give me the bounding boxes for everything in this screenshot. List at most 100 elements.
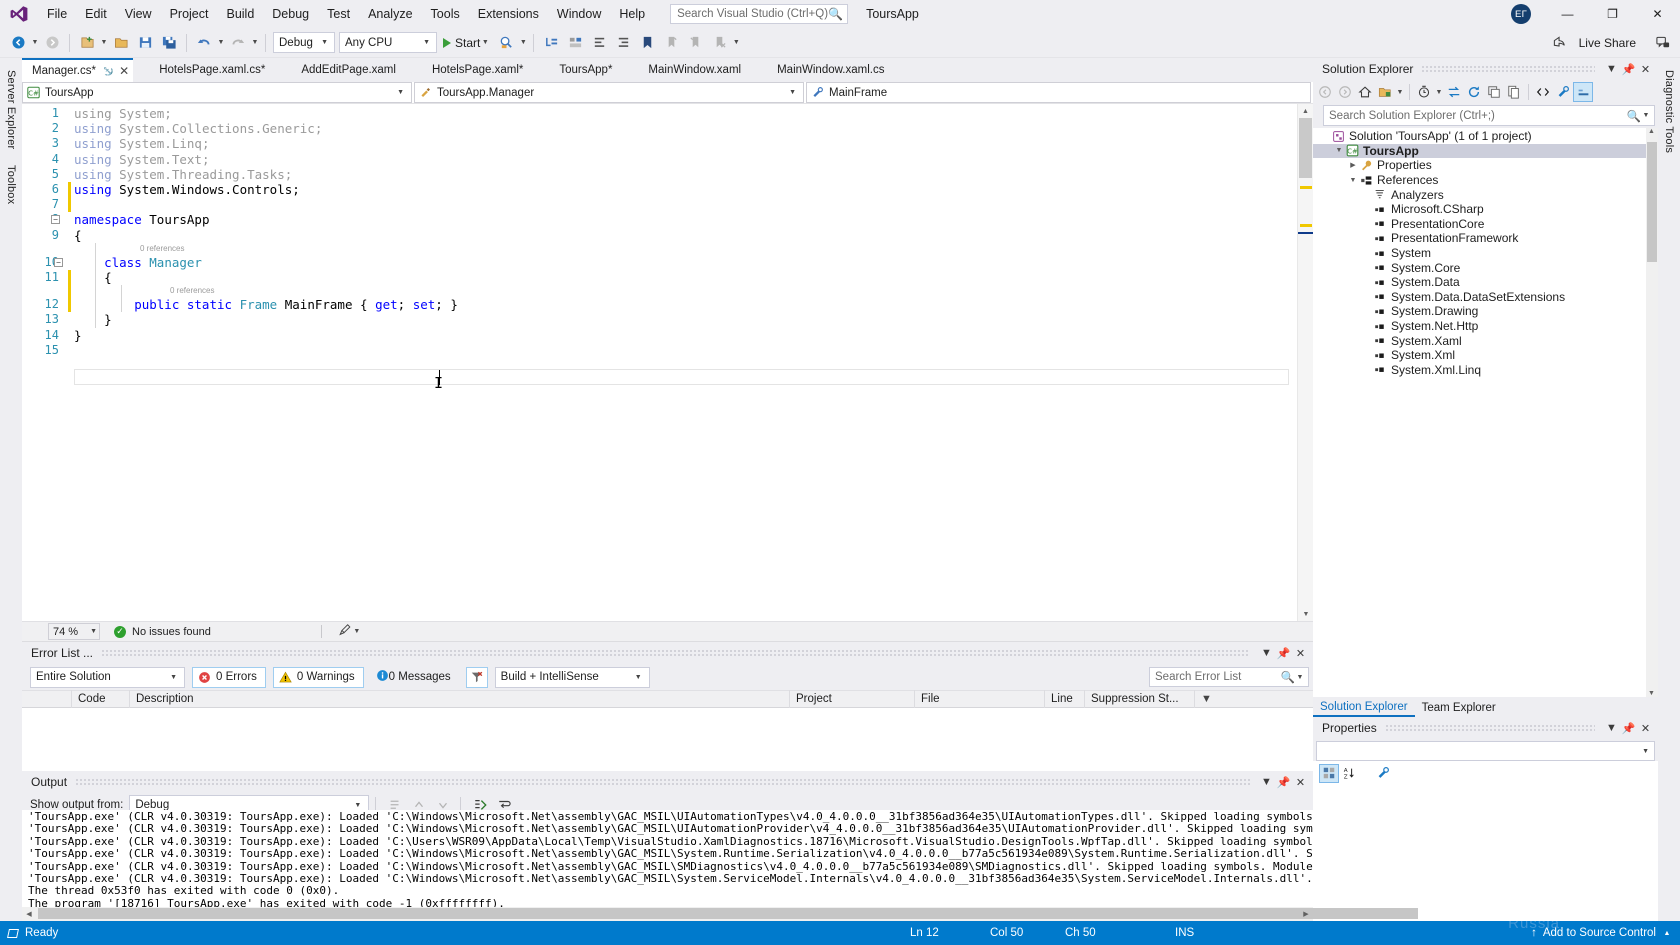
dock-tab-toolbox[interactable]: Toolbox [2, 157, 20, 212]
tree-node[interactable]: System.Data.DataSetExtensions [1313, 290, 1658, 305]
error-scope-combo[interactable]: Entire Solution ▼ [30, 666, 185, 688]
solution-configuration-combo[interactable]: Debug ▼ [273, 32, 335, 53]
navigate-backward-icon[interactable] [7, 32, 29, 54]
attach-to-process-icon[interactable] [495, 32, 517, 54]
document-tab-toursapp[interactable]: ToursApp* [549, 58, 623, 82]
menu-item-help[interactable]: Help [610, 2, 654, 26]
attach-dropdown-icon[interactable]: ▼ [518, 39, 528, 46]
new-project-icon[interactable] [76, 32, 98, 54]
tree-node[interactable]: PresentationCore [1313, 217, 1658, 232]
menu-item-debug[interactable]: Debug [263, 2, 318, 26]
solution-tree-scroll-thumb[interactable] [1647, 142, 1657, 262]
maximize-button[interactable]: ❐ [1590, 0, 1635, 28]
navbar-type-dropdown[interactable]: ToursApp.Manager ▼ [414, 82, 804, 103]
error-list-column-icon[interactable] [50, 690, 72, 708]
editor-zoom-combo[interactable]: 74 % ▼ [48, 623, 100, 640]
expanded-arrow-icon[interactable]: ▼ [1347, 177, 1359, 184]
outlining-collapse-toggle[interactable]: − [51, 215, 60, 225]
tree-node[interactable]: System.Core [1313, 260, 1658, 275]
messages-toggle[interactable]: 0 Messages [371, 667, 459, 688]
start-dropdown-icon[interactable]: ▼ [480, 39, 490, 46]
solution-explorer-dropdown-icon[interactable]: ▼ [1603, 60, 1620, 78]
close-tab-icon[interactable]: ✕ [119, 65, 129, 77]
tree-node[interactable]: System [1313, 246, 1658, 261]
se-home-icon[interactable] [1355, 82, 1375, 102]
code-editor[interactable]: 123456789101112131415 −− using System;us… [22, 104, 1297, 621]
toolbar-overflow-icon[interactable]: ▼ [731, 39, 741, 46]
error-list-column-line[interactable]: Line [1045, 690, 1085, 708]
tree-node[interactable]: Microsoft.CSharp [1313, 202, 1658, 217]
scroll-thumb[interactable] [1299, 118, 1312, 178]
solution-tree-scrollbar[interactable]: ▲ ▼ [1646, 128, 1658, 697]
search-icon-2[interactable]: 🔍 [1281, 670, 1295, 684]
error-list-search-input[interactable]: Search Error List 🔍 ▼ [1149, 667, 1309, 687]
document-tab-hotelspage-xaml-cs[interactable]: HotelsPage.xaml.cs* [149, 58, 276, 82]
tree-scroll-up-icon[interactable]: ▲ [1648, 128, 1655, 135]
quick-search-box[interactable]: Search Visual Studio (Ctrl+Q) 🔍 [670, 4, 849, 24]
properties-alphabetical-icon[interactable]: AZ [1339, 764, 1359, 783]
menu-item-file[interactable]: File [38, 2, 76, 26]
properties-dropdown-icon[interactable]: ▼ [1603, 719, 1620, 737]
step-over-icon[interactable] [564, 32, 586, 54]
menu-item-analyze[interactable]: Analyze [359, 2, 421, 26]
collapsed-arrow-icon[interactable]: ▶ [1347, 161, 1359, 169]
clear-filters-button[interactable] [465, 666, 488, 688]
error-list-close-icon[interactable]: ✕ [1292, 644, 1309, 662]
scroll-left-icon[interactable]: ◀ [22, 910, 36, 918]
menu-item-project[interactable]: Project [161, 2, 218, 26]
codelens-reference-hint[interactable]: 0 references [140, 243, 184, 255]
error-list-drag-handle[interactable] [101, 642, 1250, 664]
solution-explorer-pin-icon[interactable]: 📌 [1620, 60, 1637, 78]
tree-node[interactable]: ▼ References [1313, 173, 1658, 188]
menu-item-tools[interactable]: Tools [422, 2, 469, 26]
output-horizontal-scrollbar[interactable]: ◀ ▶ [22, 907, 1418, 921]
solution-explorer-close-icon[interactable]: ✕ [1637, 60, 1654, 78]
output-drag-handle[interactable] [75, 771, 1250, 793]
error-list-column-description[interactable]: Description [130, 690, 790, 708]
se-pending-icon[interactable] [1414, 82, 1434, 102]
output-text[interactable]: 'ToursApp.exe' (CLR v4.0.30319: ToursApp… [22, 810, 1313, 907]
navbar-project-dropdown[interactable]: C# ToursApp ▼ [22, 82, 412, 103]
editor-vertical-scrollbar[interactable]: ▲ ▼ [1297, 104, 1314, 621]
error-list-rows[interactable] [22, 708, 1313, 771]
tree-node[interactable]: ▶ Properties [1313, 158, 1658, 173]
output-dropdown-icon[interactable]: ▼ [1258, 773, 1275, 791]
minimize-button[interactable]: — [1545, 0, 1590, 28]
document-tab-hotelspage-xaml[interactable]: HotelsPage.xaml* [421, 58, 534, 82]
warnings-toggle[interactable]: 0 Warnings [272, 666, 364, 688]
open-file-icon[interactable] [110, 32, 132, 54]
document-tab-addeditpage-xaml[interactable]: AddEditPage.xaml [291, 58, 406, 82]
panel-tab-solution-explorer[interactable]: Solution Explorer [1313, 698, 1415, 717]
step-into-icon[interactable] [540, 32, 562, 54]
tree-node[interactable]: System.Xml [1313, 348, 1658, 363]
solution-tree[interactable]: Solution 'ToursApp' (1 of 1 project) ▼ C# T… [1313, 128, 1658, 697]
document-tab-mainwindow-xaml[interactable]: MainWindow.xaml [638, 58, 752, 82]
code-cleanup-dropdown-icon[interactable]: ▼ [352, 628, 362, 635]
menu-item-extensions[interactable]: Extensions [469, 2, 548, 26]
outlining-collapse-toggle[interactable]: − [54, 257, 63, 267]
tree-node[interactable]: Solution 'ToursApp' (1 of 1 project) [1313, 129, 1658, 144]
se-show-all-files-icon[interactable] [1504, 82, 1524, 102]
se-preview-selected-items-icon[interactable] [1573, 82, 1593, 102]
close-button[interactable]: ✕ [1635, 0, 1680, 28]
solution-platform-combo[interactable]: Any CPU ▼ [339, 32, 437, 53]
code-cleanup-icon[interactable] [338, 623, 352, 640]
se-search-options-icon[interactable]: ▼ [1641, 112, 1651, 119]
output-pin-icon[interactable]: 📌 [1275, 773, 1292, 791]
avatar[interactable]: ЕГ [1511, 4, 1531, 24]
dock-tab-diagnostic-tools[interactable]: Diagnostic Tools [1660, 62, 1678, 161]
align-left-icon[interactable] [588, 32, 610, 54]
undo-icon[interactable] [193, 32, 215, 54]
error-list-column-file[interactable]: File [915, 690, 1045, 708]
tree-node[interactable]: System.Xaml [1313, 333, 1658, 348]
pin-tab-icon[interactable]: ⚓ [101, 63, 117, 79]
scroll-down-icon[interactable]: ▼ [1298, 607, 1314, 621]
search-icon-3[interactable]: 🔍 [1627, 109, 1641, 123]
scroll-right-icon[interactable]: ▶ [1299, 910, 1313, 918]
dock-tab-server-explorer[interactable]: Server Explorer [2, 62, 20, 157]
menu-item-view[interactable]: View [116, 2, 161, 26]
navbar-member-dropdown[interactable]: MainFrame [806, 82, 1311, 103]
properties-close-icon[interactable]: ✕ [1637, 719, 1654, 737]
tree-node[interactable]: System.Drawing [1313, 304, 1658, 319]
panel-tab-team-explorer[interactable]: Team Explorer [1415, 698, 1503, 717]
